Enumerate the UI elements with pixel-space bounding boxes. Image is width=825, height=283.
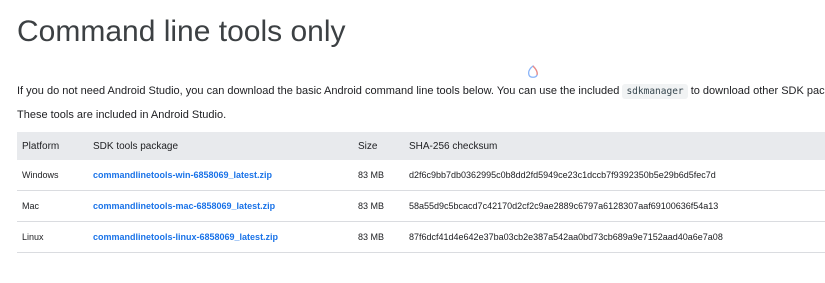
row-checksum: 87f6dcf41d4e642e37ba03cb2e387a542aa0bd73… — [404, 221, 825, 253]
row-package-cell: commandlinetools-linux-6858069_latest.zi… — [88, 221, 353, 253]
intro-text-before: If you do not need Android Studio, you c… — [17, 85, 623, 97]
sdkmanager-code: sdkmanager — [622, 84, 688, 99]
table-row: Windows commandlinetools-win-6858069_lat… — [17, 160, 825, 191]
note-paragraph: These tools are included in Android Stud… — [17, 109, 227, 121]
row-size: 83 MB — [353, 190, 404, 222]
row-size: 83 MB — [353, 160, 404, 191]
table-row: Linux commandlinetools-linux-6858069_lat… — [17, 221, 825, 253]
row-checksum: d2f6c9bb7db0362995c0b8dd2fd5949ce23c1dcc… — [404, 160, 825, 191]
table-row: Mac commandlinetools-mac-6858069_latest.… — [17, 190, 825, 222]
header-package: SDK tools package — [93, 140, 179, 152]
download-link-linux[interactable]: commandlinetools-linux-6858069_latest.zi… — [93, 232, 278, 242]
intro-paragraph: If you do not need Android Studio, you c… — [17, 84, 825, 99]
row-package-cell: commandlinetools-mac-6858069_latest.zip — [88, 190, 353, 222]
row-platform: Linux — [17, 221, 88, 253]
row-platform: Windows — [17, 160, 88, 191]
page-title: Command line tools only — [17, 15, 346, 48]
download-link-mac[interactable]: commandlinetools-mac-6858069_latest.zip — [93, 201, 275, 211]
row-checksum: 58a55d9c5bcacd7c42170d2cf2c9ae2889c6797a… — [404, 190, 825, 222]
loading-cursor-icon — [527, 65, 538, 78]
header-size: Size — [358, 140, 378, 152]
downloads-table: Platform SDK tools package Size SHA-256 … — [17, 132, 825, 253]
row-size: 83 MB — [353, 221, 404, 253]
row-platform: Mac — [17, 190, 88, 222]
row-package-cell: commandlinetools-win-6858069_latest.zip — [88, 160, 353, 191]
header-checksum: SHA-256 checksum — [409, 140, 498, 152]
header-platform: Platform — [22, 140, 60, 152]
intro-text-after: to download other SDK packages. — [690, 85, 825, 97]
download-link-windows[interactable]: commandlinetools-win-6858069_latest.zip — [93, 170, 272, 180]
table-header-row: Platform SDK tools package Size SHA-256 … — [17, 132, 825, 160]
